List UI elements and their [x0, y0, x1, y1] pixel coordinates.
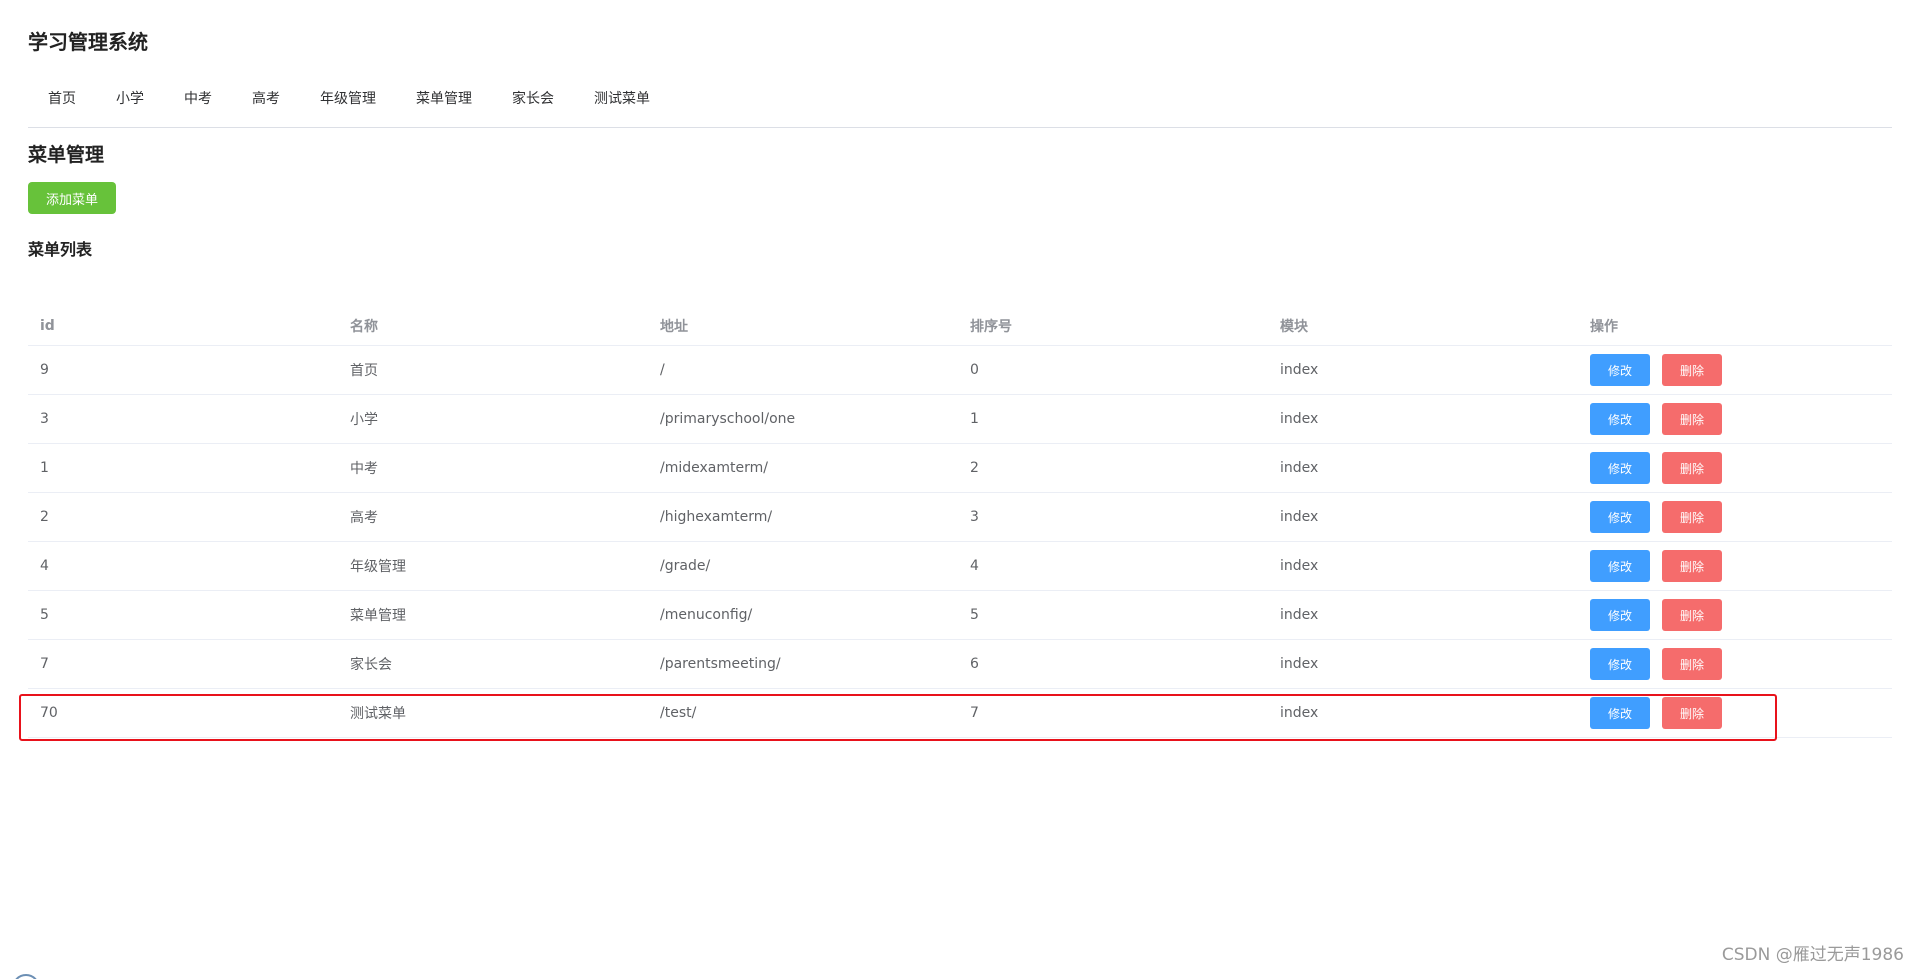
cell-module: index	[1280, 705, 1319, 721]
cell-path: /menuconfig/	[660, 607, 753, 623]
cell-sort: 6	[970, 656, 979, 672]
cell-id: 70	[40, 705, 58, 721]
cell-actions: 修改 删除	[1578, 648, 1892, 680]
cell-sort: 0	[970, 362, 979, 378]
cell-sort: 4	[970, 558, 979, 574]
cell-name: 家长会	[350, 657, 392, 673]
cell-path: /parentsmeeting/	[660, 656, 781, 672]
edit-button[interactable]: 修改	[1590, 599, 1650, 631]
nav-item-primary[interactable]: 小学	[96, 78, 164, 120]
cell-id: 5	[40, 607, 49, 623]
header-sort: 排序号	[970, 318, 1012, 335]
cell-path: /	[660, 362, 665, 378]
cell-sort: 7	[970, 705, 979, 721]
edit-button[interactable]: 修改	[1590, 697, 1650, 729]
cell-name: 高考	[350, 510, 378, 526]
cell-name: 中考	[350, 461, 378, 477]
cell-actions: 修改 删除	[1578, 697, 1892, 729]
cell-module: index	[1280, 460, 1319, 476]
table-row: 9 首页 / 0 index 修改 删除	[28, 346, 1892, 395]
nav-item-highexam[interactable]: 高考	[232, 78, 300, 120]
nav-item-parents-meeting[interactable]: 家长会	[492, 78, 574, 120]
cell-id: 2	[40, 509, 49, 525]
top-nav: 首页 小学 中考 高考 年级管理 菜单管理 家长会 测试菜单	[28, 78, 670, 120]
corner-logo-icon	[12, 974, 40, 979]
cell-sort: 3	[970, 509, 979, 525]
edit-button[interactable]: 修改	[1590, 403, 1650, 435]
table-row: 5 菜单管理 /menuconfig/ 5 index 修改 删除	[28, 591, 1892, 640]
delete-button[interactable]: 删除	[1662, 452, 1722, 484]
nav-item-test-menu[interactable]: 测试菜单	[574, 78, 670, 120]
menu-table: id 名称 地址 排序号 模块 操作 9 首页 / 0 index 修改 删除 …	[28, 306, 1892, 738]
cell-module: index	[1280, 411, 1319, 427]
edit-button[interactable]: 修改	[1590, 354, 1650, 386]
nav-item-home[interactable]: 首页	[28, 78, 96, 120]
cell-path: /highexamterm/	[660, 509, 773, 525]
cell-module: index	[1280, 656, 1319, 672]
delete-button[interactable]: 删除	[1662, 403, 1722, 435]
delete-button[interactable]: 删除	[1662, 648, 1722, 680]
list-title: 菜单列表	[28, 240, 93, 259]
cell-id: 4	[40, 558, 49, 574]
header-name: 名称	[350, 318, 378, 335]
add-menu-button[interactable]: 添加菜单	[28, 182, 116, 214]
cell-id: 1	[40, 460, 49, 476]
delete-button[interactable]: 删除	[1662, 599, 1722, 631]
nav-item-menu-config[interactable]: 菜单管理	[396, 78, 492, 120]
cell-actions: 修改 删除	[1578, 550, 1892, 582]
cell-path: /grade/	[660, 558, 711, 574]
edit-button[interactable]: 修改	[1590, 648, 1650, 680]
table-header: id 名称 地址 排序号 模块 操作	[28, 306, 1892, 346]
cell-module: index	[1280, 509, 1319, 525]
cell-path: /test/	[660, 705, 697, 721]
nav-item-midexam[interactable]: 中考	[164, 78, 232, 120]
cell-path: /primaryschool/one	[660, 411, 796, 427]
delete-button[interactable]: 删除	[1662, 501, 1722, 533]
cell-actions: 修改 删除	[1578, 452, 1892, 484]
edit-button[interactable]: 修改	[1590, 501, 1650, 533]
edit-button[interactable]: 修改	[1590, 452, 1650, 484]
cell-name: 菜单管理	[350, 608, 406, 624]
section-title: 菜单管理	[28, 144, 105, 166]
watermark: CSDN @雁过无声1986	[1721, 945, 1904, 965]
table-row-highlighted: 70 测试菜单 /test/ 7 index 修改 删除	[28, 689, 1892, 738]
cell-actions: 修改 删除	[1578, 599, 1892, 631]
cell-actions: 修改 删除	[1578, 403, 1892, 435]
cell-module: index	[1280, 607, 1319, 623]
cell-path: /midexamterm/	[660, 460, 768, 476]
cell-sort: 1	[970, 411, 979, 427]
cell-actions: 修改 删除	[1578, 354, 1892, 386]
cell-name: 小学	[350, 412, 378, 428]
cell-sort: 5	[970, 607, 979, 623]
cell-actions: 修改 删除	[1578, 501, 1892, 533]
nav-divider	[28, 127, 1892, 128]
table-row: 2 高考 /highexamterm/ 3 index 修改 删除	[28, 493, 1892, 542]
delete-button[interactable]: 删除	[1662, 697, 1722, 729]
page: 学习管理系统 首页 小学 中考 高考 年级管理 菜单管理 家长会 测试菜单 菜单…	[0, 0, 1920, 979]
edit-button[interactable]: 修改	[1590, 550, 1650, 582]
table-row: 1 中考 /midexamterm/ 2 index 修改 删除	[28, 444, 1892, 493]
delete-button[interactable]: 删除	[1662, 550, 1722, 582]
header-id: id	[40, 317, 55, 334]
app-title: 学习管理系统	[28, 30, 148, 54]
cell-name: 年级管理	[350, 559, 406, 575]
header-actions: 操作	[1590, 318, 1618, 335]
table-row: 4 年级管理 /grade/ 4 index 修改 删除	[28, 542, 1892, 591]
cell-id: 7	[40, 656, 49, 672]
cell-module: index	[1280, 362, 1319, 378]
cell-name: 测试菜单	[350, 706, 406, 722]
header-path: 地址	[660, 318, 688, 335]
delete-button[interactable]: 删除	[1662, 354, 1722, 386]
header-module: 模块	[1280, 318, 1308, 335]
cell-id: 9	[40, 362, 49, 378]
cell-name: 首页	[350, 363, 378, 379]
cell-id: 3	[40, 411, 49, 427]
cell-sort: 2	[970, 460, 979, 476]
cell-module: index	[1280, 558, 1319, 574]
table-row: 7 家长会 /parentsmeeting/ 6 index 修改 删除	[28, 640, 1892, 689]
nav-item-grade[interactable]: 年级管理	[300, 78, 396, 120]
table-row: 3 小学 /primaryschool/one 1 index 修改 删除	[28, 395, 1892, 444]
